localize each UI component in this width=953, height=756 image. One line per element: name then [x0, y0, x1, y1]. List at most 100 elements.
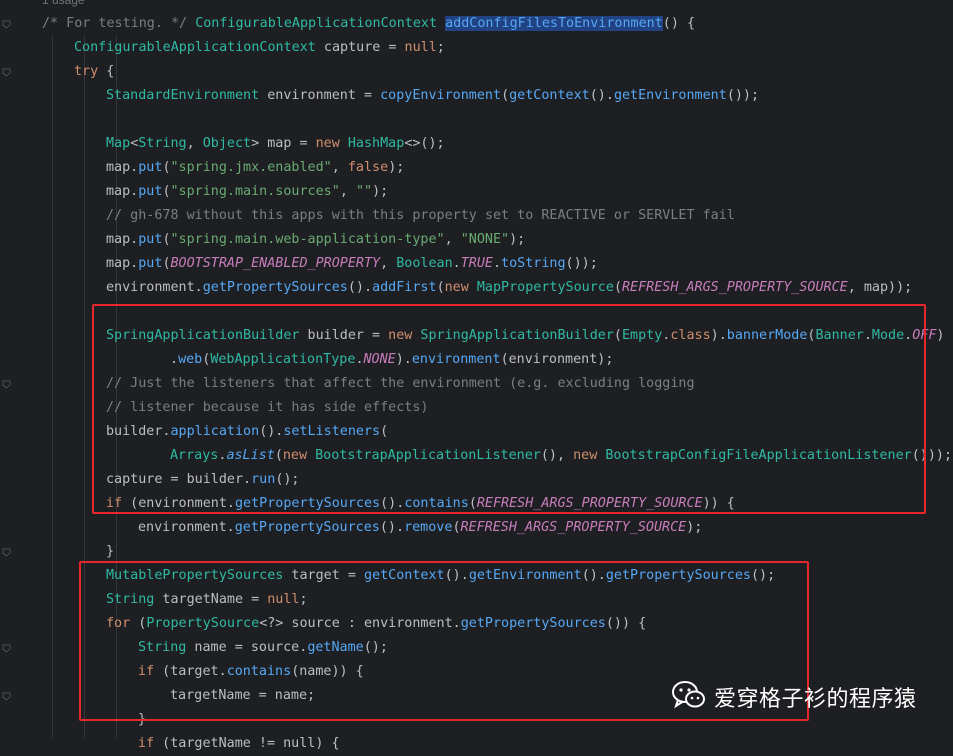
code-token: environment. — [106, 280, 203, 295]
code-token: ( — [162, 256, 171, 271]
code-line[interactable]: ConfigurableApplicationContext capture =… — [74, 36, 445, 60]
code-token: TRUE — [460, 256, 493, 271]
code-token: Boolean — [396, 256, 453, 271]
code-line[interactable]: map.put("spring.main.sources", ""); — [106, 180, 388, 204]
code-token: environment. — [138, 520, 235, 535]
indent-guide — [52, 36, 53, 739]
fold-marker-icon[interactable] — [2, 692, 11, 701]
code-line[interactable]: // gh-678 without this apps with this pr… — [106, 204, 735, 228]
code-token: ( — [436, 280, 445, 295]
code-token: map. — [106, 232, 139, 247]
code-token: , — [444, 232, 461, 247]
code-token: if — [138, 736, 155, 751]
code-token: . — [452, 256, 461, 271]
code-line[interactable]: map.put("spring.jmx.enabled", false); — [106, 156, 404, 180]
code-token: () { — [662, 16, 696, 31]
code-token: ( — [452, 520, 461, 535]
code-token: remove — [404, 520, 453, 535]
code-token: addFirst — [372, 280, 437, 295]
code-token: map. — [106, 160, 139, 175]
code-token: (). — [379, 520, 405, 535]
code-token: Object — [202, 136, 252, 151]
code-token: ()); — [726, 88, 760, 103]
code-token: REFRESH_ARGS_PROPERTY_SOURCE — [460, 520, 687, 535]
code-token: ; — [436, 40, 445, 55]
code-token: /* For testing. */ — [42, 16, 196, 31]
code-token: null — [404, 40, 437, 55]
code-token: , — [339, 184, 356, 199]
code-line[interactable]: map.put("spring.main.web-application-typ… — [106, 228, 525, 252]
code-token: ); — [686, 520, 703, 535]
code-token: StandardEnvironment — [106, 88, 260, 103]
code-token: "" — [355, 184, 373, 199]
code-token: toString — [501, 256, 566, 271]
code-token: "spring.jmx.enabled" — [170, 160, 332, 175]
code-token: HashMap — [347, 136, 405, 151]
code-token: } — [106, 544, 115, 559]
fold-marker-icon[interactable] — [2, 644, 11, 653]
code-line[interactable]: map.put(BOOTSTRAP_ENABLED_PROPERTY, Bool… — [106, 252, 598, 276]
code-token: new — [444, 280, 469, 295]
code-token: ( — [162, 184, 171, 199]
code-token: { — [98, 64, 115, 79]
code-token: "NONE" — [460, 232, 510, 247]
code-token: , — [331, 160, 348, 175]
code-token: map. — [106, 184, 139, 199]
code-token: getEnvironment — [613, 88, 727, 103]
code-token: Map — [106, 136, 131, 151]
code-token: ( — [162, 160, 171, 175]
code-token: // gh-678 without this apps with this pr… — [106, 208, 735, 223]
code-token: addConfigFilesToEnvironment — [445, 16, 663, 31]
code-token: environment = — [259, 88, 381, 103]
code-token: put — [138, 160, 163, 175]
code-token: ); — [509, 232, 526, 247]
code-token: getPropertySources — [202, 280, 348, 295]
code-token: new — [315, 136, 340, 151]
code-token: ); — [388, 160, 405, 175]
code-token: > map = — [251, 136, 316, 151]
code-token: try — [74, 64, 99, 79]
code-line[interactable]: if (targetName != null) { — [138, 732, 340, 756]
code-token: . — [492, 256, 502, 271]
code-line[interactable]: environment.getPropertySources().remove(… — [138, 516, 702, 540]
fold-marker-icon[interactable] — [2, 20, 11, 29]
code-token: MapPropertySource — [476, 280, 614, 295]
code-token: put — [138, 256, 163, 271]
code-line[interactable]: Map<String, Object> map = new HashMap<>(… — [106, 132, 445, 156]
code-token: getPropertySources — [234, 520, 380, 535]
code-line[interactable]: try { — [74, 60, 114, 84]
code-token: REFRESH_ARGS_PROPERTY_SOURCE — [622, 280, 848, 295]
code-line[interactable]: StandardEnvironment environment = copyEn… — [106, 84, 759, 108]
code-token: "spring.main.web-application-type" — [170, 232, 445, 247]
code-token: <>(); — [404, 136, 445, 151]
code-token: put — [138, 184, 163, 199]
code-token: , map)); — [847, 280, 913, 295]
code-token: ( — [613, 280, 622, 295]
fold-marker-icon[interactable] — [2, 68, 11, 77]
code-token: ()); — [565, 256, 598, 271]
highlight-box-builder — [92, 304, 926, 514]
code-token: ); — [372, 184, 389, 199]
code-token: , — [380, 256, 397, 271]
code-token: ConfigurableApplicationContext — [195, 16, 438, 31]
code-token: put — [138, 232, 163, 247]
fold-marker-icon[interactable] — [2, 380, 11, 389]
code-token: capture = — [315, 40, 405, 55]
code-token: BOOTSTRAP_ENABLED_PROPERTY — [170, 256, 381, 271]
code-token: false — [347, 160, 389, 175]
code-line[interactable]: environment.getPropertySources().addFirs… — [106, 276, 912, 300]
code-token: map. — [106, 256, 139, 271]
fold-marker-icon[interactable] — [2, 548, 11, 557]
code-token: (). — [347, 280, 373, 295]
wechat-icon — [672, 680, 706, 714]
code-line[interactable]: /* For testing. */ ConfigurableApplicati… — [42, 12, 695, 36]
code-token: (). — [589, 88, 614, 103]
code-token: ) — [936, 328, 945, 343]
code-token: ConfigurableApplicationContext — [74, 40, 316, 55]
code-token: ( — [162, 232, 171, 247]
code-token: , — [186, 136, 203, 151]
watermark: 爱穿格子衫的程序猿 — [672, 680, 917, 714]
